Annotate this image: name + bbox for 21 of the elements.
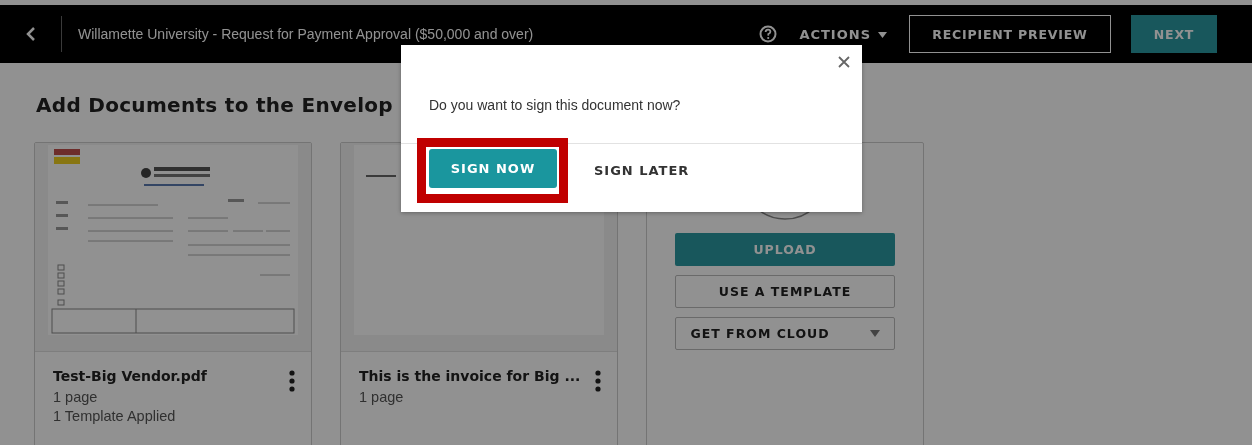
close-icon[interactable] [838,56,850,68]
document-card[interactable]: Test-Big Vendor.pdf 1 page 1 Template Applied [34,142,312,445]
actions-menu-button[interactable]: ACTIONS [799,26,887,42]
help-icon[interactable] [759,25,778,43]
text-line-drawing [366,175,396,177]
envelope-title: Willamette University - Request for Payment Approval ($50,000 and over) [78,26,535,42]
dialog-button[interactable]: SIGN NOW [429,149,557,188]
page-heading: Add Documents to the Envelop [36,93,393,117]
back-icon[interactable] [25,26,36,42]
document-name: This is the invoice for Big ... [359,368,582,384]
add-document-button[interactable]: GET FROM CLOUD [675,317,895,350]
page-count: 1 page [53,389,99,405]
add-document-button[interactable]: USE A TEMPLATE [675,275,895,308]
template-note: 1 Template Applied [53,408,177,424]
more-options-icon[interactable] [289,370,295,392]
page-count: 1 page [359,389,405,405]
document-name: Test-Big Vendor.pdf [53,368,208,384]
caret-icon [878,32,887,38]
caret-icon [869,330,880,337]
more-options-icon[interactable] [595,370,601,392]
toolbar-button[interactable]: RECIPIENT PREVIEW [909,15,1111,53]
